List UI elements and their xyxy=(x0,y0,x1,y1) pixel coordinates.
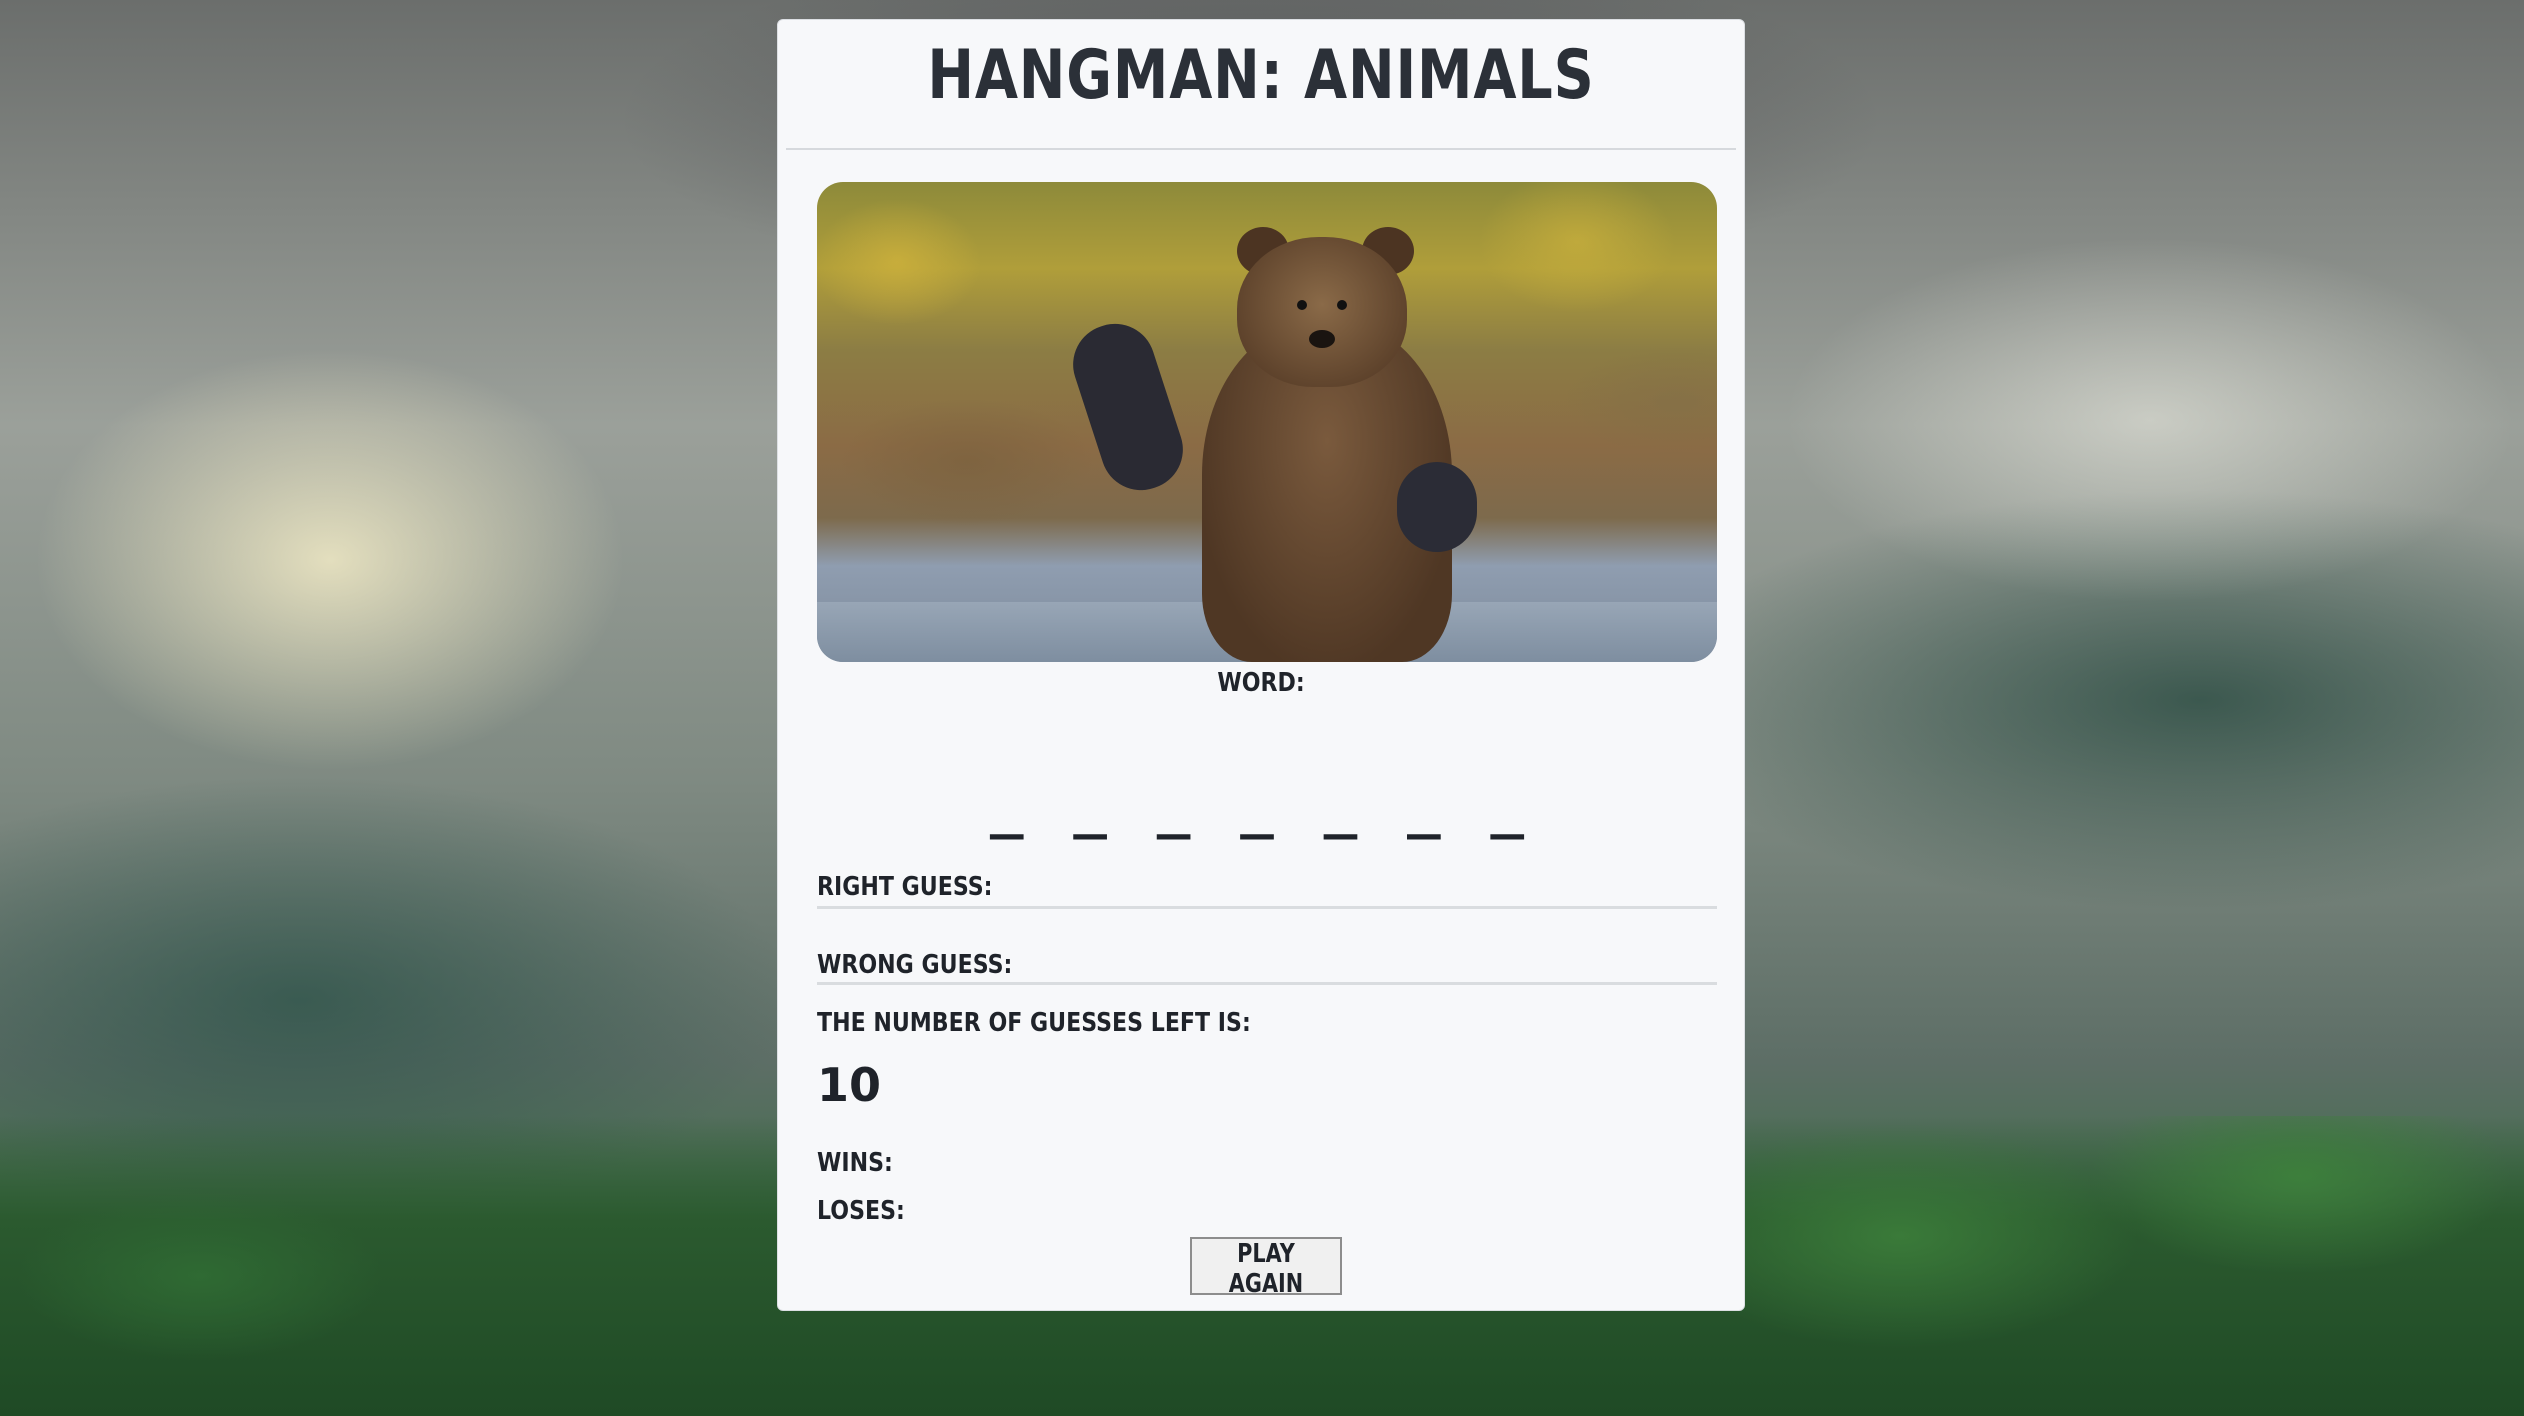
play-again-label: Play Again xyxy=(1228,1239,1304,1299)
title-divider xyxy=(786,148,1736,150)
play-again-button[interactable]: Play Again xyxy=(1190,1237,1342,1299)
word-label: Word: xyxy=(1217,668,1305,698)
right-guess-divider xyxy=(817,906,1717,909)
guesses-left-count: 10 xyxy=(817,1058,882,1112)
guesses-left-label: The number of guesses left is: xyxy=(817,1008,1251,1038)
wrong-guess-label: Wrong Guess: xyxy=(817,950,1013,980)
wins-label: Wins: xyxy=(817,1148,893,1178)
animal-photo xyxy=(817,182,1717,662)
page-title: Hangman: Animals xyxy=(927,36,1595,115)
word-blanks: _ _ _ _ _ _ _ xyxy=(989,775,1533,840)
game-card: Hangman: Animals Word: _ _ _ _ _ _ _ Rig… xyxy=(777,19,1745,1311)
loses-label: Loses: xyxy=(817,1196,905,1226)
wrong-guess-divider xyxy=(817,982,1717,985)
right-guess-label: Right Guess: xyxy=(817,872,993,902)
